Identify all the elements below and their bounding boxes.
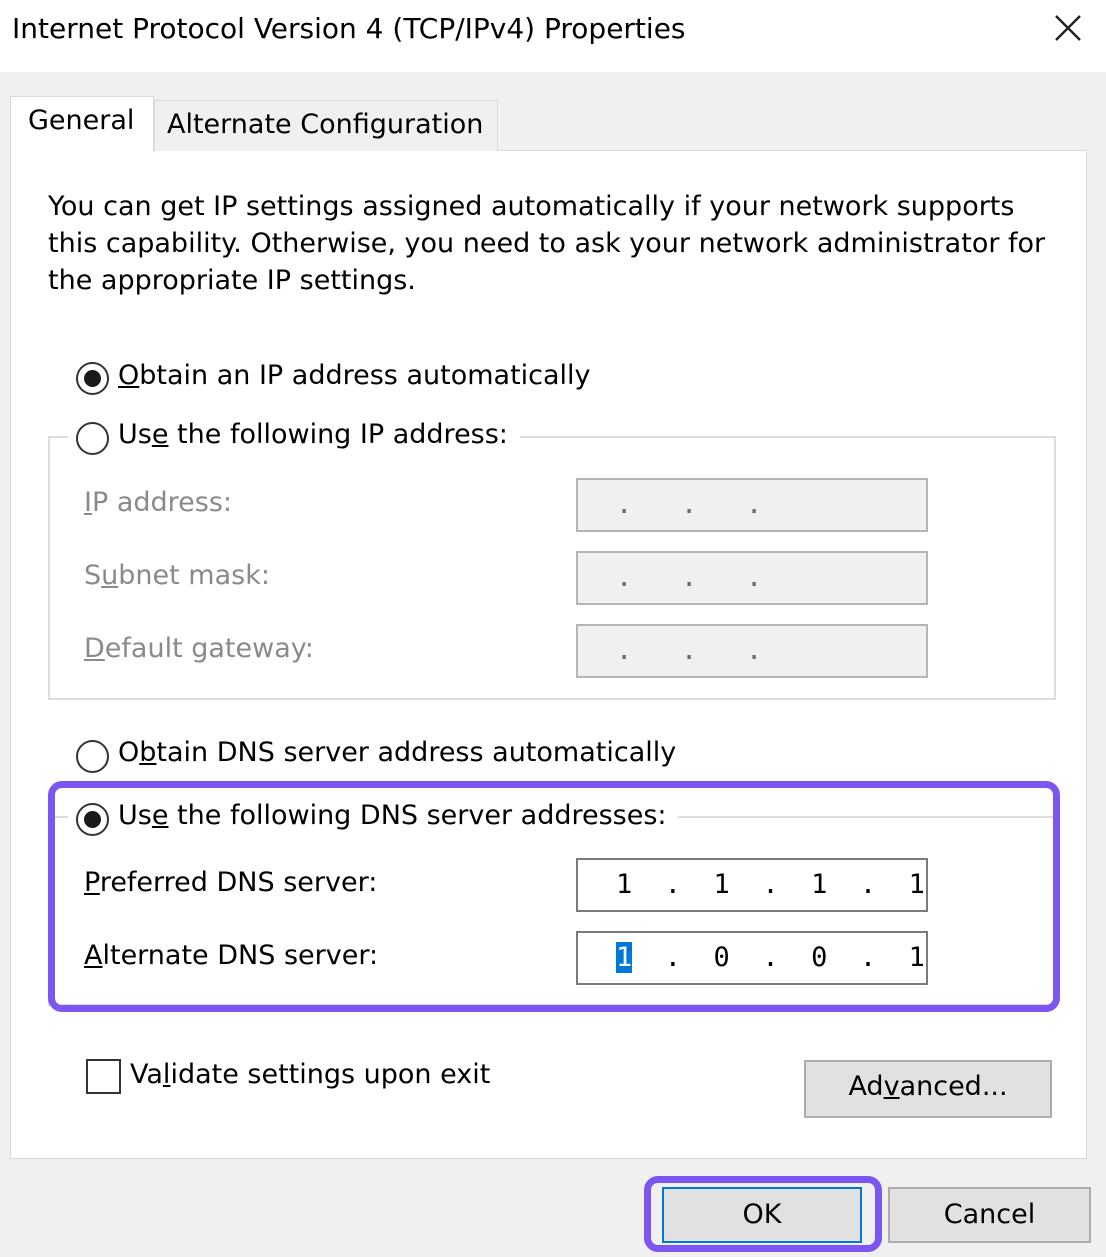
cancel-button[interactable]: Cancel <box>888 1187 1091 1243</box>
tab-general[interactable]: General <box>10 96 154 152</box>
radio-obtain-dns-auto[interactable] <box>76 740 109 773</box>
dns-section-highlight <box>48 781 1060 1012</box>
use-following-ip-label[interactable]: Use the following IP address: <box>118 419 508 450</box>
validate-label[interactable]: Validate settings upon exit <box>130 1059 490 1090</box>
radio-dot <box>84 370 101 387</box>
radio-obtain-ip-auto[interactable] <box>76 362 109 395</box>
ip-address-field: . . . <box>576 478 928 532</box>
subnet-mask-label: Subnet mask: <box>84 560 270 591</box>
default-gateway-label: Default gateway: <box>84 633 314 664</box>
default-gateway-field: . . . <box>576 624 928 678</box>
ip-address-label: IP address: <box>84 487 233 518</box>
obtain-dns-auto-label[interactable]: Obtain DNS server address automatically <box>118 737 676 768</box>
close-icon[interactable] <box>1048 8 1088 48</box>
description-text: You can get IP settings assigned automat… <box>48 191 1046 296</box>
subnet-mask-field: . . . <box>576 551 928 605</box>
window-title: Internet Protocol Version 4 (TCP/IPv4) P… <box>12 12 686 45</box>
tab-alternate-configuration[interactable]: Alternate Configuration <box>154 100 498 151</box>
radio-use-following-ip[interactable] <box>76 422 109 455</box>
obtain-ip-auto-label[interactable]: Obtain an IP address automatically <box>118 360 591 391</box>
ok-button-highlight <box>644 1176 882 1252</box>
validate-checkbox[interactable] <box>86 1059 121 1094</box>
advanced-button[interactable]: Advanced... <box>804 1060 1052 1118</box>
